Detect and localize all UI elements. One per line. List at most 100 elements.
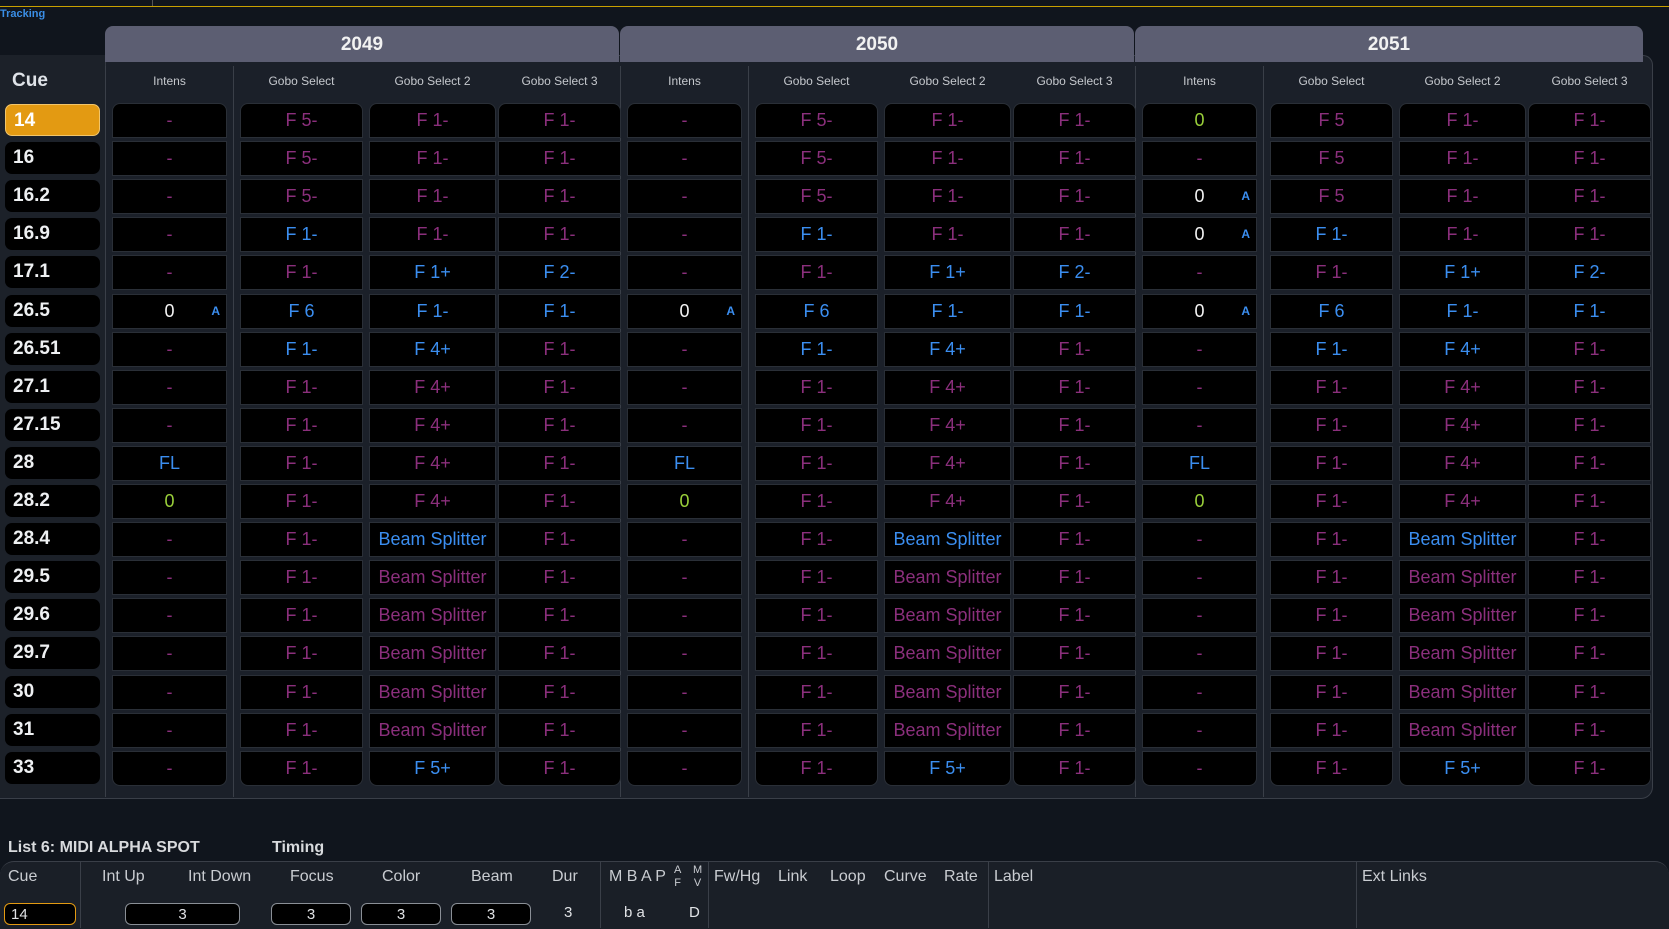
param-cell[interactable]: - bbox=[112, 712, 227, 748]
param-cell[interactable]: Beam Splitter bbox=[884, 636, 1011, 672]
param-cell[interactable]: F 1- bbox=[1013, 141, 1136, 177]
param-cell[interactable]: F 4+ bbox=[1399, 369, 1526, 405]
int-down-field[interactable]: 3 bbox=[125, 903, 240, 925]
param-cell[interactable]: F 1- bbox=[369, 179, 496, 215]
mbap-value[interactable]: b a bbox=[624, 904, 645, 921]
param-cell[interactable]: F 1- bbox=[369, 141, 496, 177]
cue-row-label[interactable]: 26.51 bbox=[5, 332, 100, 365]
param-cell[interactable]: F 1+ bbox=[1399, 255, 1526, 291]
param-cell[interactable]: Beam Splitter bbox=[884, 522, 1011, 558]
param-cell[interactable]: - bbox=[112, 522, 227, 558]
param-cell[interactable]: F 1- bbox=[498, 445, 621, 481]
param-cell[interactable]: Beam Splitter bbox=[369, 674, 496, 710]
param-cell[interactable]: - bbox=[112, 369, 227, 405]
param-cell[interactable]: F 5- bbox=[755, 179, 878, 215]
cue-number-field[interactable]: 14 bbox=[4, 903, 76, 925]
param-cell[interactable]: 0A bbox=[112, 293, 227, 329]
param-cell[interactable]: F 1- bbox=[498, 674, 621, 710]
param-cell[interactable]: - bbox=[112, 636, 227, 672]
param-cell[interactable]: - bbox=[627, 636, 742, 672]
param-cell[interactable]: F 1- bbox=[1013, 522, 1136, 558]
param-cell[interactable]: F 1- bbox=[369, 217, 496, 253]
param-cell[interactable]: 0 bbox=[1142, 103, 1257, 138]
param-cell[interactable]: F 1- bbox=[755, 674, 878, 710]
param-cell[interactable]: F 4+ bbox=[884, 369, 1011, 405]
param-cell[interactable]: F 1- bbox=[369, 293, 496, 329]
param-cell[interactable]: F 1- bbox=[755, 560, 878, 596]
cue-row-label[interactable]: 26.5 bbox=[5, 294, 100, 327]
param-cell[interactable]: F 1- bbox=[1528, 293, 1651, 329]
param-cell[interactable]: F 4+ bbox=[884, 484, 1011, 519]
cue-row-label[interactable]: 30 bbox=[5, 675, 100, 708]
param-cell[interactable]: F 6 bbox=[755, 293, 878, 329]
param-cell[interactable]: F 1- bbox=[498, 141, 621, 177]
param-cell[interactable]: - bbox=[1142, 331, 1257, 367]
param-cell[interactable]: F 5+ bbox=[884, 750, 1011, 786]
param-cell[interactable]: Beam Splitter bbox=[1399, 674, 1526, 710]
param-cell[interactable]: F 1- bbox=[1013, 712, 1136, 748]
param-cell[interactable]: F 1- bbox=[240, 750, 363, 786]
param-cell[interactable]: FL bbox=[627, 445, 742, 481]
param-cell[interactable]: - bbox=[1142, 522, 1257, 558]
param-cell[interactable]: F 1- bbox=[498, 103, 621, 138]
param-cell[interactable]: - bbox=[627, 674, 742, 710]
param-cell[interactable]: - bbox=[627, 369, 742, 405]
dur-value[interactable]: 3 bbox=[564, 904, 572, 921]
param-cell[interactable]: F 1- bbox=[1013, 750, 1136, 786]
param-cell[interactable]: Beam Splitter bbox=[884, 560, 1011, 596]
param-cell[interactable]: F 1- bbox=[240, 598, 363, 634]
param-cell[interactable]: F 1- bbox=[498, 522, 621, 558]
param-cell[interactable]: 0A bbox=[1142, 293, 1257, 329]
param-cell[interactable]: F 1- bbox=[1528, 103, 1651, 138]
param-cell[interactable]: - bbox=[627, 255, 742, 291]
param-cell[interactable]: F 5 bbox=[1270, 103, 1393, 138]
param-cell[interactable]: F 2- bbox=[1013, 255, 1136, 291]
param-cell[interactable]: F 1- bbox=[498, 750, 621, 786]
param-cell[interactable]: 0 bbox=[1142, 484, 1257, 519]
param-cell[interactable]: F 1- bbox=[1270, 598, 1393, 634]
param-cell[interactable]: - bbox=[112, 750, 227, 786]
cue-row-label[interactable]: 16.9 bbox=[5, 218, 100, 251]
param-cell[interactable]: F 1- bbox=[1270, 712, 1393, 748]
param-cell[interactable]: Beam Splitter bbox=[884, 674, 1011, 710]
param-cell[interactable]: F 4+ bbox=[884, 445, 1011, 481]
param-cell[interactable]: - bbox=[627, 103, 742, 138]
param-cell[interactable]: F 1- bbox=[755, 598, 878, 634]
param-cell[interactable]: F 1- bbox=[1270, 255, 1393, 291]
param-cell[interactable]: F 1- bbox=[1528, 445, 1651, 481]
param-cell[interactable]: F 1- bbox=[1528, 712, 1651, 748]
param-cell[interactable]: - bbox=[627, 217, 742, 253]
param-cell[interactable]: FL bbox=[112, 445, 227, 481]
param-cell[interactable]: F 4+ bbox=[1399, 407, 1526, 443]
param-cell[interactable]: - bbox=[627, 331, 742, 367]
param-cell[interactable]: - bbox=[1142, 674, 1257, 710]
param-cell[interactable]: - bbox=[1142, 636, 1257, 672]
param-cell[interactable]: F 1- bbox=[240, 712, 363, 748]
param-cell[interactable]: F 1- bbox=[498, 331, 621, 367]
param-cell[interactable]: Beam Splitter bbox=[884, 712, 1011, 748]
param-cell[interactable]: F 4+ bbox=[369, 407, 496, 443]
param-cell[interactable]: F 1- bbox=[498, 712, 621, 748]
param-cell[interactable]: F 1- bbox=[1528, 560, 1651, 596]
param-cell[interactable]: - bbox=[1142, 255, 1257, 291]
param-cell[interactable]: F 1- bbox=[755, 445, 878, 481]
param-cell[interactable]: F 1- bbox=[240, 636, 363, 672]
param-cell[interactable]: F 5+ bbox=[369, 750, 496, 786]
param-cell[interactable]: F 1- bbox=[1270, 407, 1393, 443]
param-cell[interactable]: F 4+ bbox=[369, 445, 496, 481]
param-cell[interactable]: F 4+ bbox=[369, 369, 496, 405]
d-flag-value[interactable]: D bbox=[689, 904, 700, 921]
tracking-label[interactable]: Tracking bbox=[0, 8, 45, 20]
param-cell[interactable]: F 1- bbox=[1528, 141, 1651, 177]
param-cell[interactable]: F 1- bbox=[1528, 750, 1651, 786]
param-cell[interactable]: Beam Splitter bbox=[1399, 712, 1526, 748]
param-cell[interactable]: F 5- bbox=[240, 103, 363, 138]
cue-row-label[interactable]: 33 bbox=[5, 751, 100, 784]
param-cell[interactable]: F 1- bbox=[1013, 560, 1136, 596]
param-cell[interactable]: F 1- bbox=[1013, 484, 1136, 519]
cue-row-label[interactable]: 29.5 bbox=[5, 561, 100, 594]
param-cell[interactable]: F 6 bbox=[1270, 293, 1393, 329]
param-cell[interactable]: Beam Splitter bbox=[1399, 598, 1526, 634]
param-cell[interactable]: Beam Splitter bbox=[369, 522, 496, 558]
cue-row-label[interactable]: 28 bbox=[5, 446, 100, 479]
